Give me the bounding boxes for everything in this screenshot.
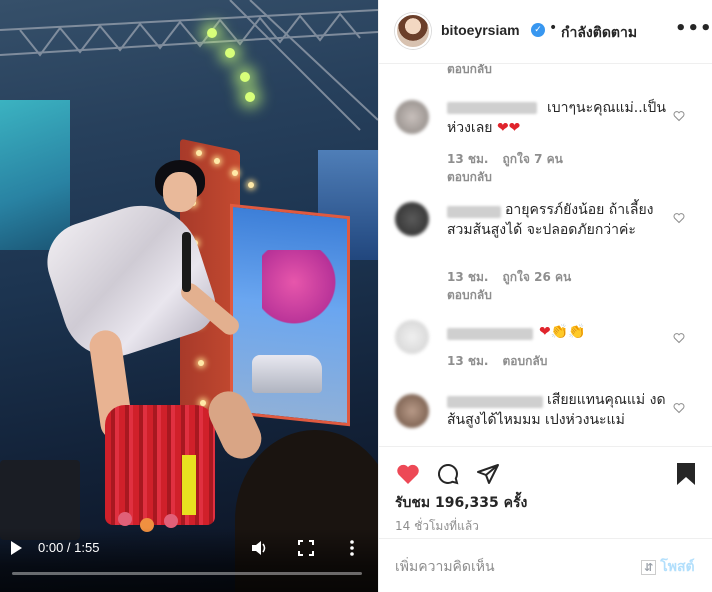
commenter-avatar[interactable]: [395, 320, 429, 354]
post-label: โพสต์: [660, 559, 695, 575]
commenter-avatar[interactable]: [395, 202, 429, 236]
posted-timestamp[interactable]: 14 ชั่วโมงที่แล้ว: [395, 517, 479, 536]
volume-icon[interactable]: [250, 539, 268, 557]
save-bookmark-icon[interactable]: [673, 461, 699, 487]
reply-link[interactable]: ตอบกลับ: [503, 354, 548, 368]
time-display: 0:00 / 1:55: [38, 540, 100, 555]
reply-link[interactable]: ตอบกลับ: [447, 64, 492, 79]
microphone: [182, 232, 191, 292]
post-panel: bitoeyrsiam ✓ • กำลังติดตาม ••• ตอบกลับ …: [378, 0, 712, 592]
comment-likes[interactable]: ถูกใจ 7 คน: [503, 152, 563, 166]
verified-badge-icon: ✓: [531, 23, 545, 37]
views-count[interactable]: รับชม 196,335 ครั้ง: [395, 492, 527, 514]
like-comment-heart-icon[interactable]: [673, 110, 685, 122]
play-icon[interactable]: [8, 540, 24, 556]
comment-icon[interactable]: [435, 461, 461, 487]
comment-meta: 13 ชม. ตอบกลับ: [447, 354, 548, 368]
fullscreen-icon[interactable]: [297, 539, 315, 557]
comment-text: เสียยแทนคุณแม่ งดส้นสูงได้ไหมมม เปงห่วงน…: [447, 392, 666, 428]
post-actions: รับชม 196,335 ครั้ง 14 ชั่วโมงที่แล้ว: [379, 446, 712, 538]
post-comment-button[interactable]: ⇵ โพสต์: [641, 556, 695, 578]
input-cursor-icon: ⇵: [641, 559, 657, 575]
comments-list: ตอบกลับ เบาๆนะคุณแม่..เป็นห่วงเลย ❤❤ 13 …: [379, 64, 712, 446]
avatar[interactable]: [395, 13, 431, 49]
comment-input[interactable]: [395, 557, 645, 577]
reply-link[interactable]: ตอบกลับ: [447, 168, 492, 187]
comment-text: ❤👏👏: [539, 324, 586, 340]
separator-dot: •: [549, 20, 558, 36]
like-comment-heart-icon[interactable]: [673, 212, 685, 224]
post-header: bitoeyrsiam ✓ • กำลังติดตาม •••: [379, 0, 712, 64]
add-comment-bar: ⇵ โพสต์: [379, 538, 712, 592]
like-comment-heart-icon[interactable]: [673, 332, 685, 344]
reply-link[interactable]: ตอบกลับ: [447, 286, 492, 305]
comment-meta: 13 ชม. ถูกใจ 26 คน: [447, 270, 572, 284]
following-button[interactable]: กำลังติดตาม: [561, 22, 637, 44]
performer-face: [163, 172, 197, 212]
share-icon[interactable]: [475, 461, 501, 487]
heart-filled-icon[interactable]: [395, 461, 421, 487]
more-options-icon[interactable]: •••: [675, 18, 712, 39]
like-comment-heart-icon[interactable]: [673, 402, 685, 414]
comment-text: เบาๆนะคุณแม่..เป็นห่วงเลย ❤❤: [447, 100, 666, 136]
video-controls: 0:00 / 1:55: [0, 528, 378, 592]
commenter-avatar[interactable]: [395, 100, 429, 134]
stage-lights: [185, 0, 265, 110]
video-player[interactable]: 0:00 / 1:55: [0, 0, 378, 592]
more-vertical-icon[interactable]: [346, 538, 358, 558]
username-link[interactable]: bitoeyrsiam: [441, 22, 520, 38]
comment-likes[interactable]: ถูกใจ 26 คน: [503, 270, 572, 284]
commenter-avatar[interactable]: [395, 394, 429, 428]
poster-truck-image: [252, 355, 322, 393]
poster-graphic: [262, 250, 342, 330]
video-progress-bar[interactable]: [12, 572, 362, 575]
fringe-bag: [105, 405, 215, 525]
comment-meta: 13 ชม. ถูกใจ 7 คน: [447, 152, 563, 166]
comment-text: อายุครรภ์ยังน้อย ถ้าเลี้ยงสวมส้นสูงได้ จ…: [447, 202, 654, 238]
